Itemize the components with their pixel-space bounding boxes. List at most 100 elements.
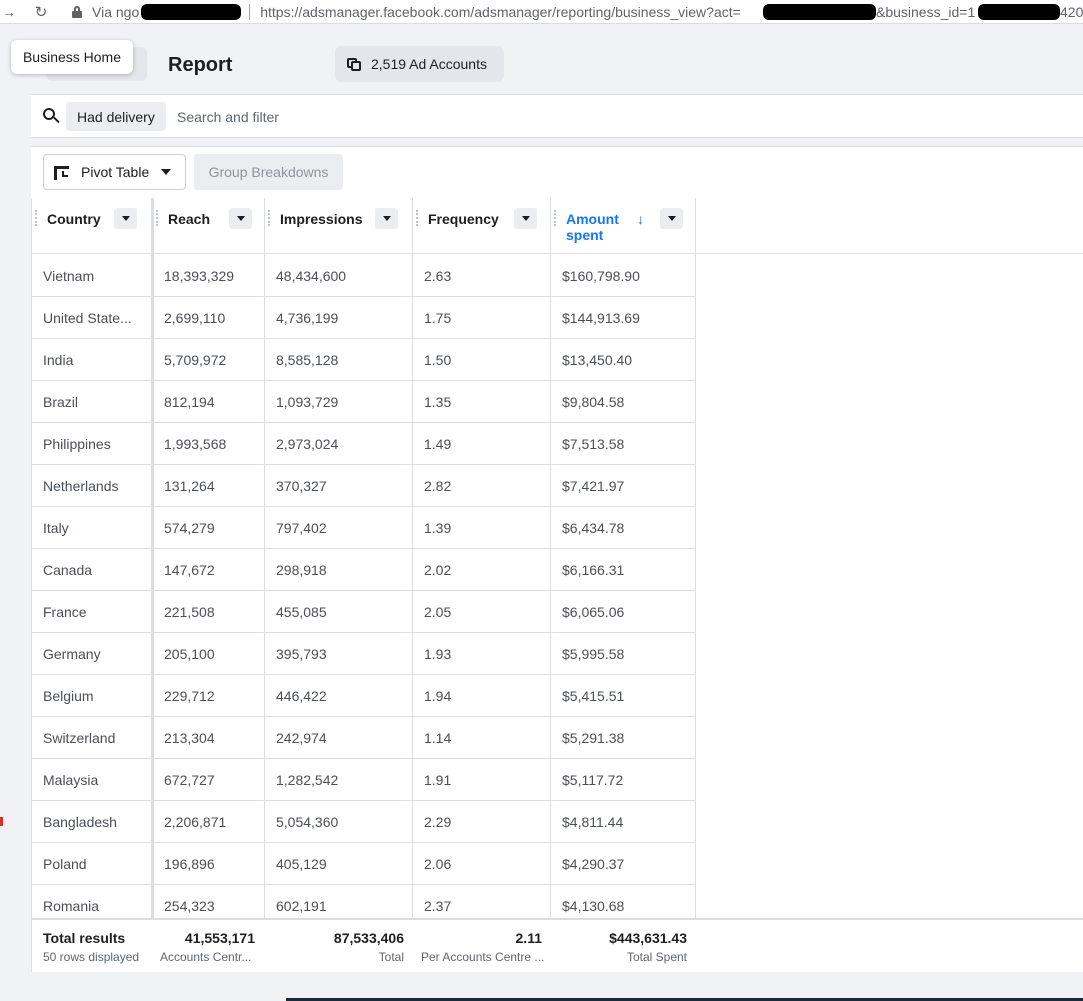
column-divider <box>412 198 413 972</box>
search-icon[interactable] <box>43 108 60 124</box>
table-cell: 1.50 <box>424 352 452 368</box>
column-header-reach[interactable]: Reach <box>153 198 265 254</box>
column-menu-button[interactable] <box>375 208 398 229</box>
table-cell: 2.02 <box>424 562 452 578</box>
table-cell: Brazil <box>43 394 79 410</box>
table-cell: Canada <box>43 562 93 578</box>
table-cell: 602,191 <box>276 898 327 914</box>
table-cell: 2.63 <box>424 268 452 284</box>
table-cell: 1.39 <box>424 520 452 536</box>
table-cell: $13,450.40 <box>562 352 633 368</box>
table-cell: 1,993,568 <box>164 436 227 452</box>
table-cell: 2,699,110 <box>164 310 226 326</box>
table-cell: 18,393,329 <box>164 268 235 284</box>
table-cell: 2,973,024 <box>276 436 339 452</box>
table-cell: 205,100 <box>164 646 215 662</box>
url-tail-text: &business_id=1 <box>876 4 976 20</box>
table-cell: Italy <box>43 520 69 536</box>
accounts-stack-icon <box>347 57 363 71</box>
table-cell: India <box>43 352 74 368</box>
table-row[interactable]: Malaysia 672,727 1,282,542 1.91 $5,117.72 <box>32 759 695 801</box>
sort-descending-icon[interactable]: ↓ <box>637 211 644 227</box>
table-cell: $6,065.06 <box>562 604 625 620</box>
table-cell: 242,974 <box>276 730 327 746</box>
frozen-column-divider <box>151 198 154 918</box>
total-amount-caption: Total Spent <box>626 950 687 964</box>
drag-handle-icon[interactable] <box>156 210 158 226</box>
business-home-tooltip: Business Home <box>11 40 133 74</box>
table-row[interactable]: France 221,508 455,085 2.05 $6,065.06 <box>32 591 695 633</box>
back-arrow-icon[interactable]: → <box>0 4 18 20</box>
table-row[interactable]: Bangladesh 2,206,871 5,054,360 2.29 $4,811.4… <box>32 801 695 843</box>
table-cell: Bangladesh <box>43 814 117 830</box>
table-row[interactable]: Switzerland 213,304 242,974 1.14 $5,291.38 <box>32 717 695 759</box>
column-divider <box>550 198 551 972</box>
table-cell: $5,291.38 <box>562 730 625 746</box>
drag-handle-icon[interactable] <box>416 210 418 226</box>
table-cell: 672,727 <box>164 772 215 788</box>
column-menu-button[interactable] <box>514 208 537 229</box>
table-row[interactable]: Netherlands 131,264 370,327 2.82 $7,421.97 <box>32 465 695 507</box>
column-divider <box>695 198 696 972</box>
table-row[interactable]: Vietnam 18,393,329 48,434,600 2.63 $160,798.… <box>32 255 695 297</box>
table-row[interactable]: Canada 147,672 298,918 2.02 $6,166.31 <box>32 549 695 591</box>
table-cell: 5,054,360 <box>276 814 339 830</box>
table-row[interactable]: United State... 2,699,110 4,736,199 1.75 $14… <box>32 297 695 339</box>
total-reach: 41,553,171 <box>184 930 255 946</box>
table-cell: United State... <box>43 310 132 326</box>
reload-icon[interactable]: ↻ <box>32 3 50 21</box>
table-cell: Poland <box>43 856 87 872</box>
table-row[interactable]: Germany 205,100 395,793 1.93 $5,995.58 <box>32 633 695 675</box>
table-cell: 2.82 <box>424 478 452 494</box>
drag-handle-icon[interactable] <box>554 210 556 226</box>
table-cell: Malaysia <box>43 772 99 788</box>
pivot-table-button[interactable]: Pivot Table <box>43 154 186 190</box>
lock-icon[interactable] <box>72 5 82 18</box>
table-cell: 196,896 <box>164 856 215 872</box>
table-cell: France <box>43 604 87 620</box>
chevron-down-icon <box>667 216 676 221</box>
table-cell: $4,811.44 <box>562 814 624 830</box>
table-cell: 574,279 <box>164 520 215 536</box>
column-menu-button[interactable] <box>660 208 683 229</box>
report-toolbar: Pivot Table Group Breakdowns <box>31 146 1083 198</box>
group-breakdowns-button[interactable]: Group Breakdowns <box>194 154 343 190</box>
total-frequency-caption: Per Accounts Centre ... <box>421 950 545 964</box>
total-reach-caption: Accounts Centr... <box>160 950 252 964</box>
left-edge <box>0 24 31 1001</box>
table-cell: 8,585,128 <box>276 352 339 368</box>
drag-handle-icon[interactable] <box>35 210 37 226</box>
table-cell: 797,402 <box>276 520 327 536</box>
chevron-down-icon <box>382 216 391 221</box>
address-divider <box>249 3 251 20</box>
column-header-frequency[interactable]: Frequency <box>413 198 551 254</box>
table-row[interactable]: Poland 196,896 405,129 2.06 $4,290.37 <box>32 843 695 885</box>
column-header-country[interactable]: Country <box>32 198 152 254</box>
table-totals-row: Total results 50 rows displayed 41,553,1… <box>32 918 1083 972</box>
url-text[interactable]: https://adsmanager.facebook.com/adsmanag… <box>260 4 741 20</box>
drag-handle-icon[interactable] <box>268 210 270 226</box>
column-header-impressions[interactable]: Impressions <box>265 198 412 254</box>
table-row[interactable]: Philippines 1,993,568 2,973,024 1.49 $7,513.… <box>32 423 695 465</box>
search-filter-bar: Had delivery <box>31 94 1083 138</box>
table-row[interactable]: Italy 574,279 797,402 1.39 $6,434.78 <box>32 507 695 549</box>
chevron-down-icon <box>161 169 172 175</box>
column-menu-button[interactable] <box>114 208 137 229</box>
table-cell: 5,709,972 <box>164 352 227 368</box>
table-row[interactable]: Belgium 229,712 446,422 1.94 $5,415.51 <box>32 675 695 717</box>
column-header-amount-spent[interactable]: Amount spent ↓ <box>551 198 695 254</box>
column-divider <box>264 198 265 972</box>
table-cell: 4,736,199 <box>276 310 339 326</box>
total-impressions: 87,533,406 <box>333 930 404 946</box>
table-cell: $160,798.90 <box>562 268 640 284</box>
filter-chip-had-delivery[interactable]: Had delivery <box>66 102 166 131</box>
table-cell: Philippines <box>43 436 111 452</box>
search-input[interactable] <box>177 104 677 130</box>
table-cell: 1.35 <box>424 394 452 410</box>
column-menu-button[interactable] <box>229 208 252 229</box>
table-row[interactable]: India 5,709,972 8,585,128 1.50 $13,450.40 <box>32 339 695 381</box>
table-cell: 48,434,600 <box>276 268 347 284</box>
ad-accounts-button[interactable]: 2,519 Ad Accounts <box>335 46 504 82</box>
table-row[interactable]: Brazil 812,194 1,093,729 1.35 $9,804.58 <box>32 381 695 423</box>
chevron-down-icon <box>236 216 245 221</box>
